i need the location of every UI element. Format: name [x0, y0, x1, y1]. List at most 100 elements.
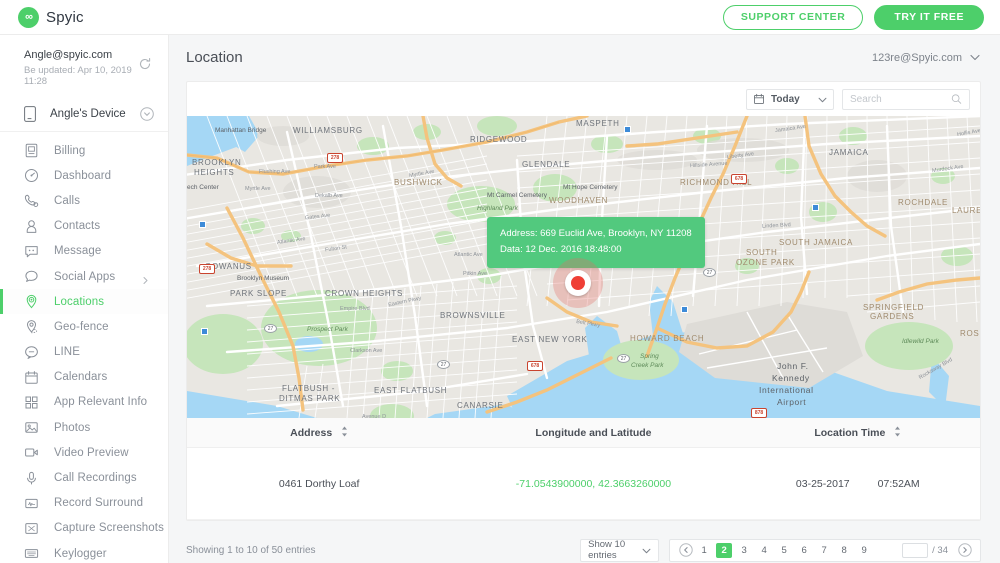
- sidebar-item-label: Message: [54, 245, 102, 258]
- highway-shield-icon: 278: [199, 264, 215, 274]
- calendar-icon: [753, 93, 764, 104]
- page-button[interactable]: 8: [836, 543, 852, 558]
- sidebar-item-keylogger[interactable]: Keylogger: [0, 541, 168, 563]
- map-view[interactable]: WILLIAMSBURG RIDGEWOOD GLENDALE JAMAICA …: [187, 116, 980, 418]
- account-menu[interactable]: 123re@Spyic.com: [872, 52, 980, 64]
- chevron-left-circle-icon[interactable]: [677, 542, 694, 559]
- transit-station-icon: [201, 328, 208, 335]
- page-button[interactable]: 9: [856, 543, 872, 558]
- page-jump-input[interactable]: [902, 542, 929, 558]
- cell-date: 03-25-2017: [795, 477, 850, 490]
- chevron-down-icon: [970, 52, 980, 64]
- sidebar-item-calls[interactable]: Calls: [0, 188, 168, 213]
- column-label: Longitude and Latitude: [535, 426, 652, 439]
- highway-shield-icon: 678: [731, 174, 747, 184]
- route-badge-icon: 27: [617, 354, 630, 363]
- table-row[interactable]: 0461 Dorthy Loaf -71.0543900000, 42.3663…: [187, 448, 980, 520]
- sidebar-item-capture-screenshots[interactable]: Capture Screenshots: [0, 516, 168, 541]
- sidebar-item-call-recordings[interactable]: Call Recordings: [0, 465, 168, 490]
- sidebar-item-label: Capture Screenshots: [54, 522, 164, 535]
- sort-icon[interactable]: [894, 426, 901, 440]
- brand-logo[interactable]: ∞ Spyic: [18, 6, 84, 28]
- sidebar-item-label: App Relevant Info: [54, 396, 148, 409]
- route-badge-icon: 27: [703, 268, 716, 277]
- device-selector[interactable]: Angle's Device: [0, 97, 168, 132]
- sidebar-item-video-preview[interactable]: Video Preview: [0, 440, 168, 465]
- cell-time: 07:52AM: [877, 477, 920, 490]
- apps-grid-icon: [25, 396, 38, 409]
- location-marker-icon[interactable]: [553, 258, 603, 308]
- page-button[interactable]: 6: [796, 543, 812, 558]
- keyboard-icon: [24, 549, 39, 558]
- sidebar-item-label: Social Apps: [54, 270, 116, 283]
- search-box[interactable]: [842, 88, 970, 110]
- refresh-icon[interactable]: [138, 57, 152, 71]
- total-pages-label: / 34: [932, 544, 948, 556]
- sidebar-item-label: LINE: [54, 346, 80, 359]
- chevron-right-icon[interactable]: [141, 272, 150, 290]
- sidebar-item-app-relevant-info[interactable]: App Relevant Info: [0, 390, 168, 415]
- sidebar-item-locations[interactable]: Locations: [0, 289, 168, 315]
- page-button[interactable]: 7: [816, 543, 832, 558]
- search-input[interactable]: [850, 93, 952, 105]
- chevron-down-icon: [642, 541, 651, 559]
- sidebar-item-label: Geo-fence: [54, 320, 109, 333]
- location-card: Today Search WILLIAMSBURG RIDGEWOOD GLEN…: [186, 81, 981, 521]
- top-bar: ∞ Spyic SUPPORT CENTER TRY IT FREE: [0, 0, 1000, 35]
- date-filter-select[interactable]: Today: [746, 88, 834, 110]
- marker-dot: [571, 276, 585, 290]
- sidebar-item-label: Contacts: [54, 220, 101, 233]
- page-button[interactable]: 4: [756, 543, 772, 558]
- sidebar-item-message[interactable]: Message: [0, 239, 168, 264]
- sidebar-item-label: Calls: [54, 194, 81, 207]
- photo-icon: [25, 422, 38, 433]
- sidebar-item-billing[interactable]: Billing: [0, 138, 168, 163]
- page-button[interactable]: 3: [736, 543, 752, 558]
- column-header-location-time[interactable]: Location Time: [736, 426, 980, 440]
- date-filter-label: Today: [771, 93, 800, 105]
- route-badge-icon: 27: [437, 360, 450, 369]
- sort-icon[interactable]: [341, 426, 348, 440]
- column-header-address[interactable]: Address: [187, 426, 451, 440]
- page-button[interactable]: 1: [696, 543, 712, 558]
- sidebar-item-social-apps[interactable]: Social Apps: [0, 264, 168, 289]
- page-button[interactable]: 5: [776, 543, 792, 558]
- sidebar-item-record-surround[interactable]: Record Surround: [0, 491, 168, 516]
- chevron-down-icon: [818, 90, 827, 108]
- sidebar: Angle@spyic.com Be updated: Apr 10, 2019…: [0, 35, 169, 563]
- account-block: Angle@spyic.com Be updated: Apr 10, 2019…: [0, 35, 168, 97]
- sidebar-item-label: Record Surround: [54, 497, 144, 510]
- search-icon: [951, 94, 962, 104]
- table-header: Address Longitude and Latitude Location …: [187, 418, 980, 448]
- try-it-free-button[interactable]: TRY IT FREE: [874, 4, 984, 30]
- page-size-select[interactable]: Show 10 entries: [580, 538, 660, 562]
- highway-shield-icon: 678: [527, 361, 543, 371]
- column-header-longitude-latitude: Longitude and Latitude: [451, 427, 735, 439]
- geofence-icon: [26, 320, 38, 334]
- entries-summary: Showing 1 to 10 of 50 entries: [186, 544, 316, 556]
- chevron-right-circle-icon[interactable]: [956, 542, 973, 559]
- sidebar-item-label: Calendars: [54, 371, 108, 384]
- chevron-down-icon[interactable]: [140, 107, 154, 126]
- account-menu-label: 123re@Spyic.com: [871, 52, 962, 64]
- calendar-icon: [25, 370, 38, 384]
- sidebar-item-calendars[interactable]: Calendars: [0, 365, 168, 390]
- sidebar-item-label: Keylogger: [54, 547, 107, 560]
- sidebar-item-label: Photos: [54, 421, 91, 434]
- transit-station-icon: [812, 204, 819, 211]
- sidebar-item-geo-fence[interactable]: Geo-fence: [0, 314, 168, 339]
- highway-shield-icon: 278: [327, 153, 343, 163]
- sidebar-menu: Billing Dashboard Calls Contacts Message: [0, 132, 168, 563]
- sidebar-item-dashboard[interactable]: Dashboard: [0, 163, 168, 188]
- card-toolbar: Today: [187, 82, 980, 116]
- sidebar-item-contacts[interactable]: Contacts: [0, 214, 168, 239]
- recorder-icon: [25, 498, 38, 508]
- page-button-current[interactable]: 2: [716, 542, 733, 558]
- cell-coordinates: -71.0543900000, 42.3663260000: [515, 477, 672, 490]
- sidebar-item-photos[interactable]: Photos: [0, 415, 168, 440]
- phone-icon: [24, 106, 36, 122]
- support-center-button[interactable]: SUPPORT CENTER: [722, 4, 864, 30]
- location-pin-icon: [26, 295, 37, 309]
- billing-icon: [25, 143, 38, 158]
- sidebar-item-line[interactable]: LINE: [0, 340, 168, 365]
